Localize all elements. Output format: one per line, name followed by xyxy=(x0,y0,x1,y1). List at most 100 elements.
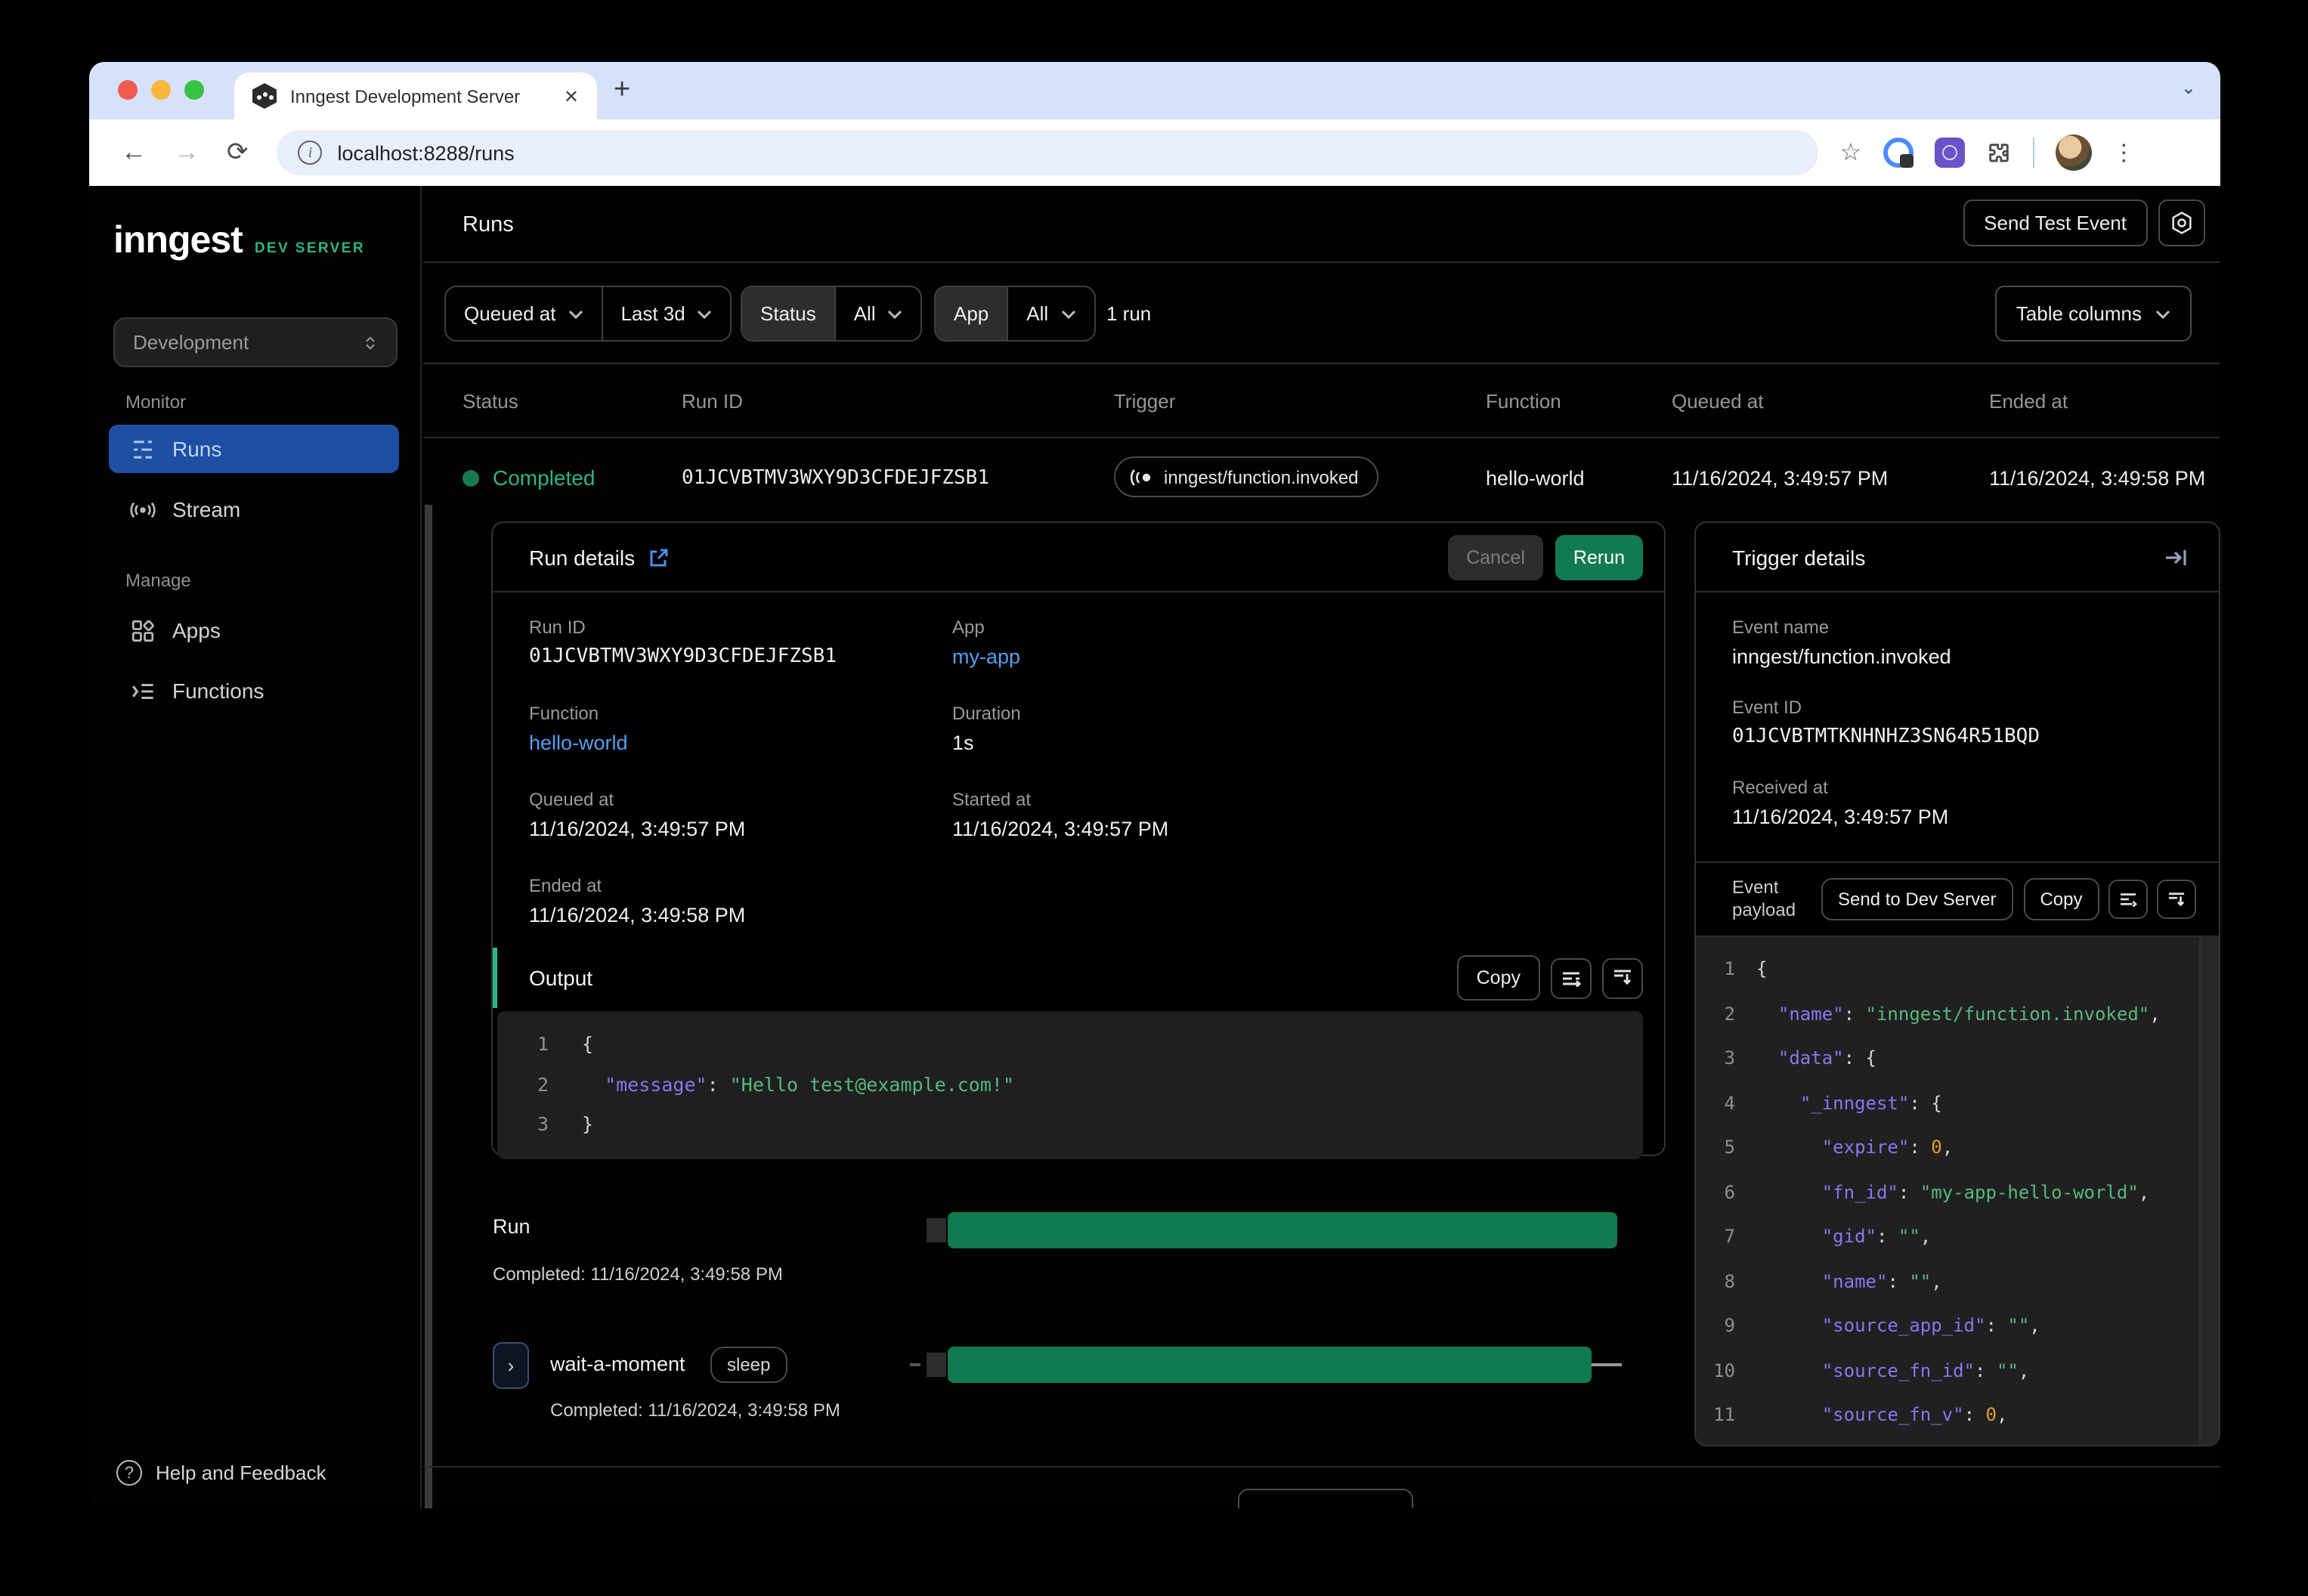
stage: Inngest Development Server ✕ + ⌄ ← → ⟳ i… xyxy=(0,0,2308,1596)
run-bar-stub xyxy=(927,1218,946,1242)
tab-close-icon[interactable]: ✕ xyxy=(558,85,585,107)
chevron-right-icon: › xyxy=(507,1354,515,1377)
field-started-at: Started at 11/16/2024, 3:49:57 PM xyxy=(952,789,1169,840)
vertical-scrollbar[interactable] xyxy=(425,505,432,1508)
bookmark-star-icon[interactable]: ☆ xyxy=(1840,138,1862,168)
sidebar-item-label: Stream xyxy=(172,497,241,521)
app-link[interactable]: my-app xyxy=(952,645,1628,668)
output-code-block[interactable]: 1{2 "message": "Hello test@example.com!"… xyxy=(497,1011,1643,1158)
help-question-icon: ? xyxy=(116,1460,142,1486)
external-link-icon[interactable] xyxy=(648,546,670,568)
minimize-window-button[interactable] xyxy=(151,80,171,100)
main-area: Runs Send Test Event Queued at Last 3d S… xyxy=(423,186,2220,1508)
app-filter-dropdown[interactable]: All xyxy=(1007,287,1094,340)
inngest-logo: inngest xyxy=(113,219,243,261)
sidebar-item-stream[interactable]: Stream xyxy=(109,485,399,534)
gear-icon xyxy=(2172,212,2192,234)
time-range-dropdown[interactable]: Last 3d xyxy=(601,287,730,340)
column-status: Status xyxy=(463,390,518,413)
settings-gear-button[interactable] xyxy=(2158,200,2205,246)
scroll-to-bottom-button[interactable] xyxy=(1602,957,1643,998)
chevron-down-icon xyxy=(888,309,902,319)
code-line: 7 "gid": "", xyxy=(1724,1226,1932,1247)
help-and-feedback[interactable]: ? Help and Feedback xyxy=(116,1460,326,1486)
back-button[interactable]: ← xyxy=(121,138,147,168)
collapse-panel-icon[interactable] xyxy=(2164,546,2189,568)
payload-scrollbar-gutter[interactable] xyxy=(2199,937,2219,1445)
time-field-label: Queued at xyxy=(464,302,556,325)
reload-button[interactable]: ⟳ xyxy=(227,138,249,168)
profile-avatar[interactable] xyxy=(2055,135,2092,171)
up-down-chevron-icon xyxy=(366,336,375,349)
status-filter-value: All xyxy=(853,302,876,325)
event-pulse-icon xyxy=(1131,469,1151,485)
run-count: 1 run xyxy=(1106,302,1152,325)
pagination-button-cutoff[interactable] xyxy=(1238,1489,1413,1508)
browser-tab[interactable]: Inngest Development Server ✕ xyxy=(234,73,597,119)
apps-grid-icon xyxy=(131,619,154,642)
step-timeline-bar[interactable] xyxy=(948,1347,1592,1383)
sidebar-item-runs[interactable]: Runs xyxy=(109,425,399,473)
field-duration: Duration 1s xyxy=(952,703,1021,754)
window-controls[interactable] xyxy=(118,80,204,100)
help-label: Help and Feedback xyxy=(156,1461,326,1484)
run-details-title: Run details xyxy=(529,545,636,569)
url-bar[interactable]: i localhost:8288/runs xyxy=(277,130,1819,175)
field-ended-at: Ended at 11/16/2024, 3:49:58 PM xyxy=(529,875,746,926)
status-filter-dropdown[interactable]: All xyxy=(834,287,921,340)
monitor-section-label: Monitor xyxy=(125,391,187,413)
time-field-dropdown[interactable]: Queued at xyxy=(446,287,601,340)
field-received-at: Received at 11/16/2024, 3:49:57 PM xyxy=(1732,777,1949,828)
payload-word-wrap-button[interactable] xyxy=(2108,880,2148,919)
maximize-window-button[interactable] xyxy=(184,80,204,100)
code-line: 6 "fn_id": "my-app-hello-world", xyxy=(1724,1181,2150,1202)
status-filter-group: Status All xyxy=(741,286,923,342)
column-queued-at: Queued at xyxy=(1672,390,1764,413)
step-kind-badge: sleep xyxy=(710,1347,787,1383)
run-timeline-bar[interactable] xyxy=(948,1212,1617,1248)
output-copy-button[interactable]: Copy xyxy=(1456,955,1540,1001)
function-cell: hello-world xyxy=(1486,467,1585,490)
trigger-name: inngest/function.invoked xyxy=(1164,466,1359,487)
send-to-dev-server-button[interactable]: Send to Dev Server xyxy=(1821,878,2013,920)
table-row[interactable]: Completed 01JCVBTMV3WXY9D3CFDEJFZSB1 inn… xyxy=(423,438,2220,521)
event-payload-code-block[interactable]: 1{2 "name": "inngest/function.invoked", 3… xyxy=(1696,937,2219,1445)
forward-button[interactable]: → xyxy=(174,138,200,168)
toolbar-icons: ☆ ⋮ xyxy=(1840,135,2135,171)
code-line: 1{ xyxy=(537,1032,594,1055)
site-info-icon[interactable]: i xyxy=(298,141,323,165)
page-header: Runs Send Test Event xyxy=(423,186,2220,263)
sidebar-item-functions[interactable]: Functions xyxy=(109,667,399,715)
extensions-puzzle-icon[interactable] xyxy=(1985,140,2011,165)
send-test-event-button[interactable]: Send Test Event xyxy=(1963,200,2148,246)
purple-extension-icon[interactable] xyxy=(1934,138,1965,168)
code-line: 3} xyxy=(537,1112,594,1135)
cancel-button[interactable]: Cancel xyxy=(1448,534,1543,580)
word-wrap-button[interactable] xyxy=(1551,957,1592,998)
status-text: Completed xyxy=(493,466,596,490)
toolbar-divider xyxy=(2032,138,2034,168)
new-tab-button[interactable]: + xyxy=(614,74,630,107)
sidebar-item-apps[interactable]: Apps xyxy=(109,606,399,654)
column-run-id: Run ID xyxy=(682,390,743,413)
code-line: 8 "name": "", xyxy=(1724,1270,1942,1291)
app-filter-group: App All xyxy=(934,286,1096,342)
tab-search-chevron-icon[interactable]: ⌄ xyxy=(2181,77,2196,98)
inngest-app: inngest DEV SERVER Development Monitor R… xyxy=(89,186,2220,1508)
payload-scroll-bottom-button[interactable] xyxy=(2156,880,2196,919)
function-link[interactable]: hello-world xyxy=(529,732,952,754)
password-manager-extension-icon[interactable] xyxy=(1883,138,1914,168)
close-window-button[interactable] xyxy=(118,80,138,100)
browser-menu-icon[interactable]: ⋮ xyxy=(2112,139,2135,166)
run-details-header: Run details Cancel Rerun xyxy=(493,523,1664,592)
ended-at-cell: 11/16/2024, 3:49:58 PM xyxy=(1989,467,2206,490)
trigger-badge[interactable]: inngest/function.invoked xyxy=(1114,456,1378,497)
workspace-select[interactable]: Development xyxy=(113,317,398,367)
table-columns-button[interactable]: Table columns xyxy=(1994,286,2192,342)
sidebar: inngest DEV SERVER Development Monitor R… xyxy=(89,186,422,1508)
column-function: Function xyxy=(1486,390,1561,413)
scroll-bottom-icon xyxy=(1614,970,1632,985)
rerun-button[interactable]: Rerun xyxy=(1555,534,1643,580)
payload-copy-button[interactable]: Copy xyxy=(2023,878,2099,920)
expand-step-button[interactable]: › xyxy=(493,1342,529,1389)
